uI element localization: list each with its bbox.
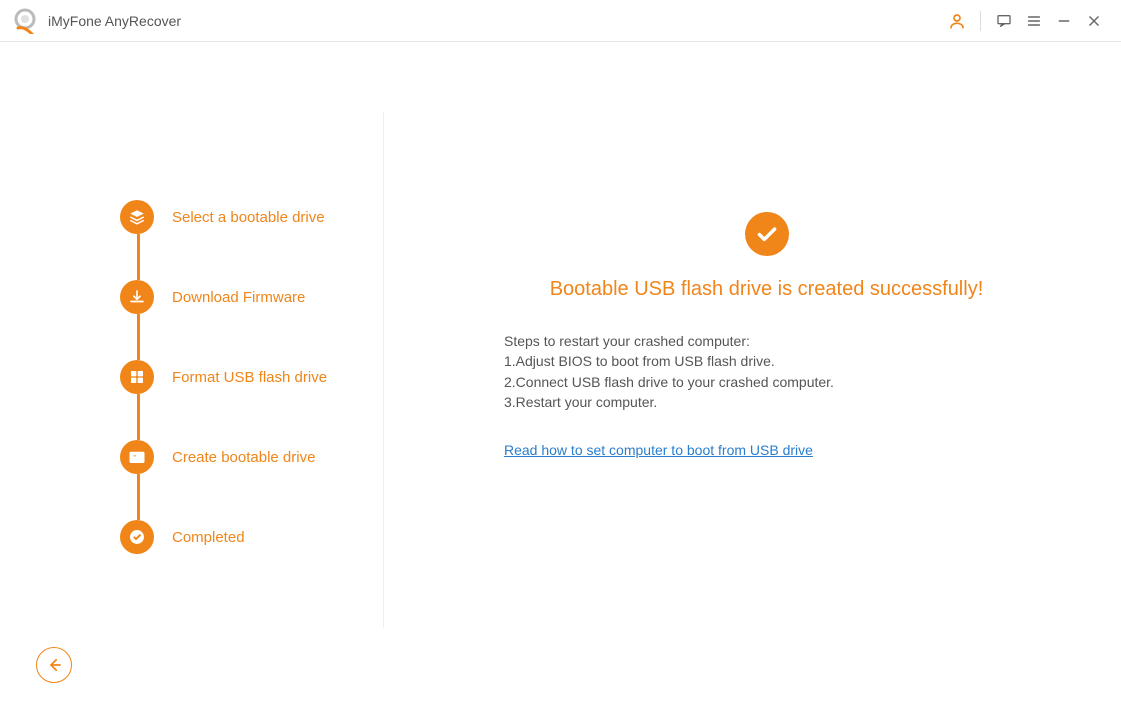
separator [980,11,981,31]
download-icon [120,280,154,314]
format-icon [120,360,154,394]
step-connector [137,474,140,520]
card-icon [120,440,154,474]
menu-icon[interactable] [1019,6,1049,36]
success-title: Bootable USB flash drive is created succ… [504,278,1029,301]
step-label: Create bootable drive [172,449,315,466]
steps-heading: Steps to restart your crashed computer: [504,331,1029,351]
step-1-text: 1.Adjust BIOS to boot from USB flash dri… [504,351,1029,371]
help-link[interactable]: Read how to set computer to boot from US… [504,442,813,458]
step-connector [137,234,140,280]
app-logo [12,8,38,34]
step-2-text: 2.Connect USB flash drive to your crashe… [504,372,1029,392]
restart-steps: Steps to restart your crashed computer: … [504,331,1029,412]
step-connector [137,394,140,440]
step-download-firmware: Download Firmware [120,280,353,314]
content-area: Select a bootable drive Download Firmwar… [0,42,1121,701]
feedback-icon[interactable] [989,6,1019,36]
step-create-bootable: Create bootable drive [120,440,353,474]
step-connector [137,314,140,360]
minimize-icon[interactable] [1049,6,1079,36]
step-label: Select a bootable drive [172,209,325,226]
check-circle-icon [120,520,154,554]
close-icon[interactable] [1079,6,1109,36]
success-check-icon [745,212,789,256]
step-3-text: 3.Restart your computer. [504,392,1029,412]
step-select-drive: Select a bootable drive [120,200,353,234]
step-label: Completed [172,529,245,546]
step-format-usb: Format USB flash drive [120,360,353,394]
main-card: Select a bootable drive Download Firmwar… [32,112,1089,628]
app-title: iMyFone AnyRecover [48,13,181,29]
step-label: Format USB flash drive [172,369,327,386]
step-completed: Completed [120,520,353,554]
user-icon[interactable] [942,6,972,36]
layers-icon [120,200,154,234]
title-bar: iMyFone AnyRecover [0,0,1121,42]
steps-sidebar: Select a bootable drive Download Firmwar… [32,112,384,628]
back-button[interactable] [36,647,72,683]
step-label: Download Firmware [172,289,305,306]
main-panel: Bootable USB flash drive is created succ… [384,112,1089,628]
